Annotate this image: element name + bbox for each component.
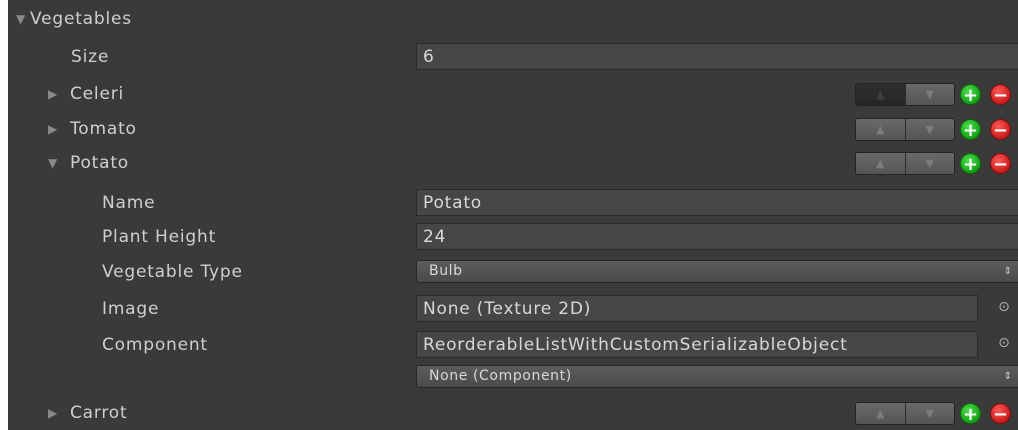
image-object-field[interactable]: None (Texture 2D) bbox=[416, 295, 978, 322]
move-up-button[interactable]: ▲ bbox=[856, 403, 905, 424]
inspector-panel: ▼ Vegetables Size 6 ▶ Celeri ▲ ▼ + − ▶ T… bbox=[8, 0, 1018, 430]
component-object-field[interactable]: ReorderableListWithCustomSerializableObj… bbox=[416, 331, 978, 358]
item-label-carrot: Carrot bbox=[70, 403, 128, 423]
component-sub-row: None (Component) ⇕ bbox=[8, 360, 1018, 394]
move-up-button[interactable]: ▲ bbox=[856, 153, 905, 174]
remove-item-button[interactable]: − bbox=[990, 153, 1011, 175]
move-down-button[interactable]: ▼ bbox=[904, 403, 954, 424]
foldout-expanded-icon[interactable]: ▼ bbox=[16, 2, 25, 36]
move-down-button[interactable]: ▼ bbox=[904, 84, 954, 105]
item-label-potato: Potato bbox=[70, 153, 129, 173]
vegetables-foldout[interactable]: ▼ Vegetables bbox=[8, 2, 1018, 36]
remove-item-button[interactable]: − bbox=[990, 403, 1011, 425]
list-item-celeri[interactable]: ▶ Celeri ▲ ▼ + − bbox=[8, 77, 1018, 111]
move-down-button[interactable]: ▼ bbox=[904, 119, 954, 140]
vegetable-type-row: Vegetable Type Bulb ⇕ bbox=[8, 255, 1018, 289]
object-picker-icon[interactable]: ⊙ bbox=[996, 299, 1012, 315]
name-row: Name Potato bbox=[8, 186, 1018, 220]
size-row: Size 6 bbox=[8, 40, 1018, 74]
plant-height-field[interactable]: 24 bbox=[416, 223, 1018, 250]
dropdown-arrows-icon: ⇕ bbox=[1003, 371, 1012, 382]
foldout-collapsed-icon[interactable]: ▶ bbox=[48, 396, 57, 430]
plant-height-row: Plant Height 24 bbox=[8, 220, 1018, 254]
reorder-buttons: ▲ ▼ bbox=[855, 83, 955, 106]
object-picker-icon[interactable]: ⊙ bbox=[996, 335, 1012, 351]
list-item-carrot[interactable]: ▶ Carrot ▲ ▼ + − bbox=[8, 396, 1018, 430]
size-field[interactable]: 6 bbox=[416, 43, 1018, 70]
name-field[interactable]: Potato bbox=[416, 189, 1018, 216]
component-row: Component ReorderableListWithCustomSeria… bbox=[8, 328, 1018, 362]
component-sub-value: None (Component) bbox=[429, 368, 572, 384]
reorder-buttons: ▲ ▼ bbox=[855, 118, 955, 141]
image-label: Image bbox=[102, 299, 160, 319]
add-item-button[interactable]: + bbox=[960, 403, 981, 425]
vegetables-label: Vegetables bbox=[30, 9, 132, 29]
image-row: Image None (Texture 2D) ⊙ bbox=[8, 292, 1018, 326]
size-label: Size bbox=[71, 47, 110, 67]
vegetable-type-label: Vegetable Type bbox=[102, 262, 243, 282]
item-label-celeri: Celeri bbox=[70, 84, 125, 104]
name-label: Name bbox=[102, 193, 156, 213]
remove-item-button[interactable]: − bbox=[990, 84, 1011, 106]
component-label: Component bbox=[102, 335, 208, 355]
remove-item-button[interactable]: − bbox=[990, 119, 1011, 141]
move-up-button[interactable]: ▲ bbox=[856, 84, 905, 105]
vegetable-type-dropdown[interactable]: Bulb ⇕ bbox=[416, 260, 1018, 283]
reorder-buttons: ▲ ▼ bbox=[855, 152, 955, 175]
list-item-tomato[interactable]: ▶ Tomato ▲ ▼ + − bbox=[8, 112, 1018, 146]
dropdown-arrows-icon: ⇕ bbox=[1003, 266, 1012, 277]
add-item-button[interactable]: + bbox=[960, 119, 981, 141]
reorder-buttons: ▲ ▼ bbox=[855, 402, 955, 425]
foldout-collapsed-icon[interactable]: ▶ bbox=[48, 112, 57, 146]
list-item-potato[interactable]: ▼ Potato ▲ ▼ + − bbox=[8, 146, 1018, 180]
component-sub-dropdown[interactable]: None (Component) ⇕ bbox=[416, 365, 1018, 388]
item-label-tomato: Tomato bbox=[70, 119, 137, 139]
foldout-expanded-icon[interactable]: ▼ bbox=[48, 146, 57, 180]
move-down-button[interactable]: ▼ bbox=[904, 153, 954, 174]
vegetable-type-value: Bulb bbox=[429, 263, 463, 279]
add-item-button[interactable]: + bbox=[960, 153, 981, 175]
add-item-button[interactable]: + bbox=[960, 84, 981, 106]
foldout-collapsed-icon[interactable]: ▶ bbox=[48, 77, 57, 111]
plant-height-label: Plant Height bbox=[102, 227, 217, 247]
move-up-button[interactable]: ▲ bbox=[856, 119, 905, 140]
